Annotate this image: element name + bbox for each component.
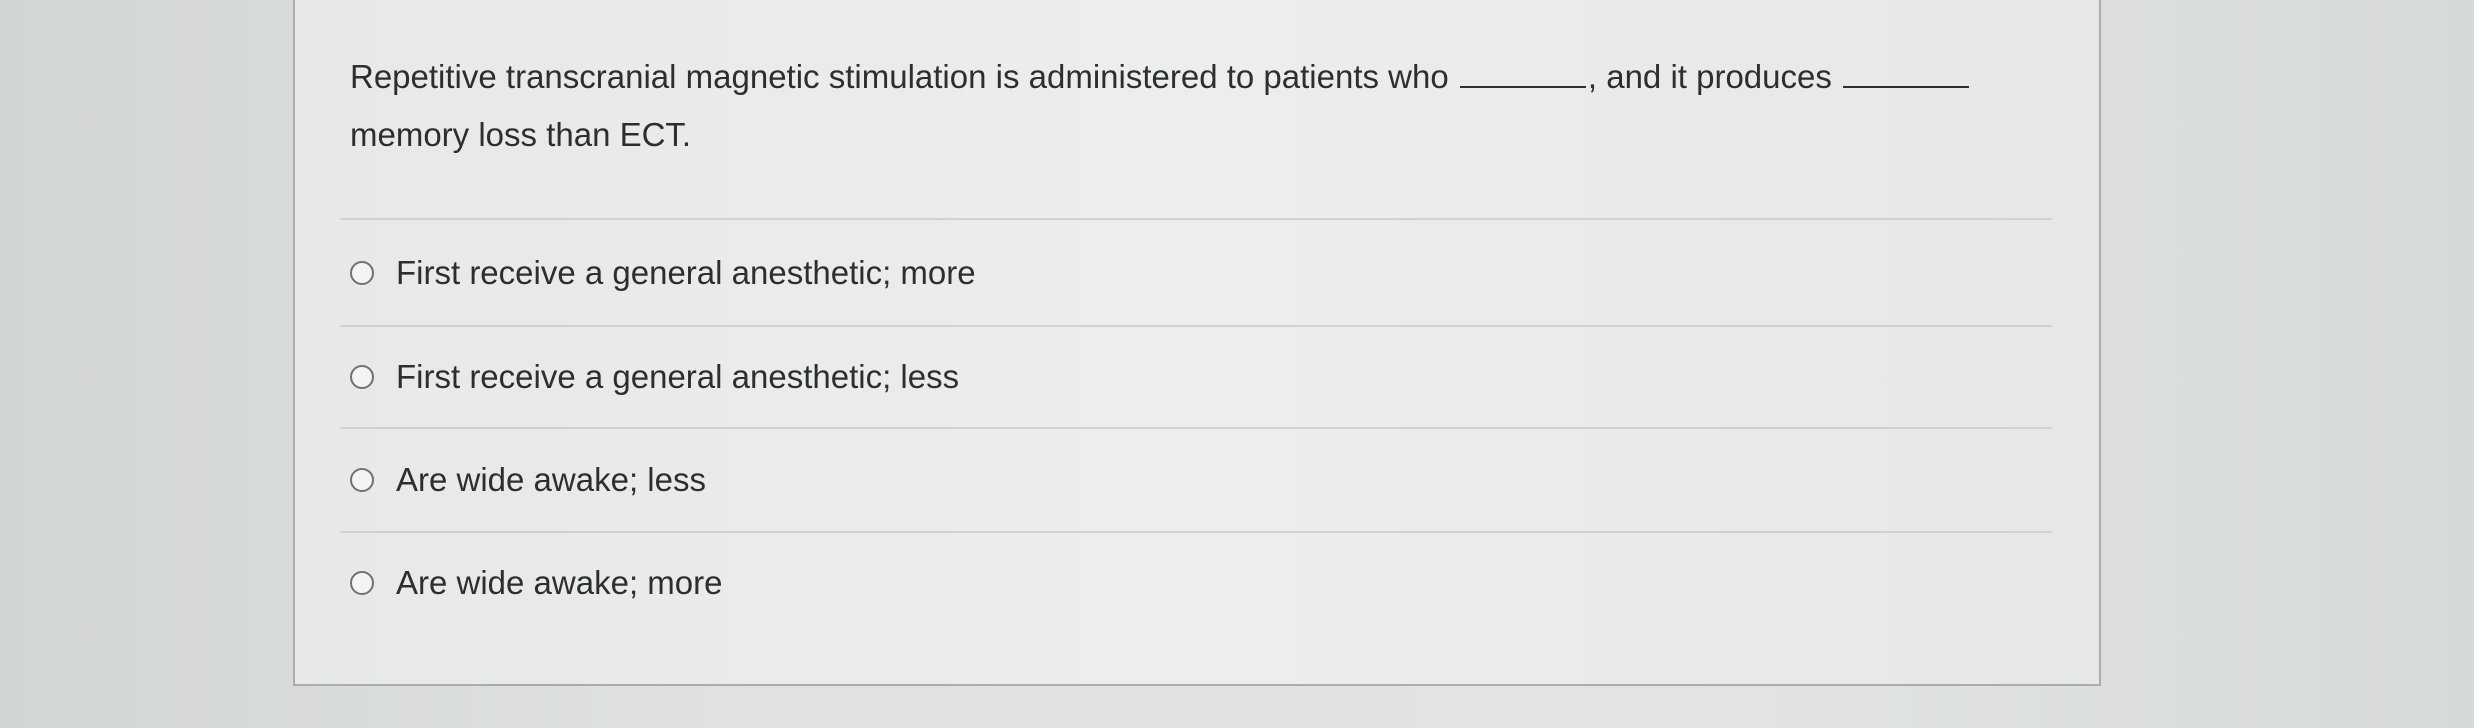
option-label: First receive a general anesthetic; more	[396, 254, 976, 291]
radio-button-icon[interactable]	[350, 365, 374, 389]
option-label: Are wide awake; less	[396, 461, 706, 498]
option-label: Are wide awake; more	[396, 564, 723, 601]
option-2[interactable]: First receive a general anesthetic; less	[350, 347, 2040, 407]
divider	[340, 218, 2052, 220]
radio-button-icon[interactable]	[350, 571, 374, 595]
question-text: Repetitive transcranial magnetic stimula…	[350, 48, 2050, 164]
option-1[interactable]: First receive a general anesthetic; more	[350, 243, 2040, 303]
answer-blank-1	[1459, 68, 1586, 88]
answer-blank-2	[1843, 68, 1970, 88]
question-text-part3: memory loss than ECT.	[350, 116, 692, 153]
option-3[interactable]: Are wide awake; less	[350, 450, 2040, 510]
divider	[340, 325, 2052, 327]
question-text-part1: Repetitive transcranial magnetic stimula…	[350, 58, 1449, 95]
question-text-part2: , and it produces	[1587, 58, 1832, 95]
screen: Repetitive transcranial magnetic stimula…	[0, 0, 2474, 728]
radio-button-icon[interactable]	[350, 261, 374, 285]
divider	[340, 531, 2052, 533]
option-4[interactable]: Are wide awake; more	[350, 553, 2040, 613]
radio-button-icon[interactable]	[350, 468, 374, 492]
divider	[340, 427, 2052, 429]
question-card: Repetitive transcranial magnetic stimula…	[293, 0, 2101, 686]
option-label: First receive a general anesthetic; less	[396, 358, 960, 395]
